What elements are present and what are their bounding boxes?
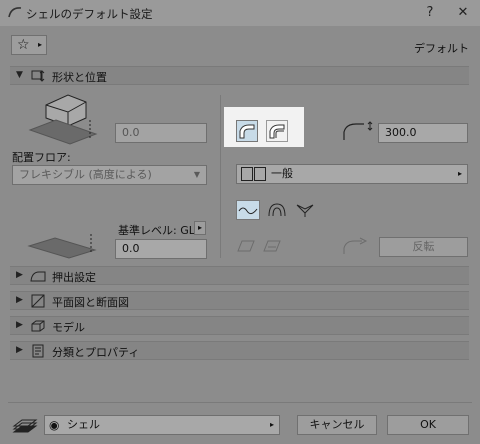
height-diagram-icon xyxy=(28,94,98,145)
mode-1-button[interactable] xyxy=(236,200,260,220)
view-select[interactable]: ◉ シェル ▸ xyxy=(44,415,280,435)
frame-icon xyxy=(254,167,266,181)
reference-level-label: 基準レベル: GL xyxy=(118,224,195,237)
arrow-right-icon: ▸ xyxy=(269,420,274,429)
shell-shape-2-button[interactable] xyxy=(266,120,288,142)
disabled-shape-icon-1 xyxy=(237,240,255,252)
section-geometry-label: 形状と位置 xyxy=(52,71,107,84)
shell-arc-alt-icon xyxy=(269,124,285,139)
shell-shape-1-button[interactable] xyxy=(236,120,258,142)
thickness-icon xyxy=(343,121,373,140)
wave-icon xyxy=(238,207,258,215)
section-plan-section-header[interactable]: ▶ 平面図と断面図 xyxy=(10,291,469,310)
section-plan-section-label: 平面図と断面図 xyxy=(52,296,129,309)
section-extrude-label: 押出設定 xyxy=(52,271,96,284)
view-select-value: シェル xyxy=(67,418,100,431)
arrow-right-icon: ▸ xyxy=(457,169,462,178)
flip-button[interactable]: 反転 xyxy=(379,237,468,257)
app-icon xyxy=(8,7,22,18)
floor-select-value: フレキシブル (高度による) xyxy=(19,168,152,181)
defaults-label: デフォルト xyxy=(414,42,469,55)
type-select[interactable]: 一般 ▸ xyxy=(236,164,468,184)
extrude-icon xyxy=(30,271,46,282)
floor-select[interactable]: フレキシブル (高度による) ▼ xyxy=(12,165,207,185)
arrow-right-icon: ▸ xyxy=(197,223,202,232)
ok-button[interactable]: OK xyxy=(387,415,469,435)
plan-section-icon xyxy=(31,294,45,308)
disabled-shape-icon-2 xyxy=(263,240,281,252)
frame-icon xyxy=(241,167,253,181)
layers-icon xyxy=(12,419,38,433)
geometry-icon xyxy=(31,70,45,82)
arrow-right-icon: ▶ xyxy=(16,320,23,330)
mode-2-icon[interactable] xyxy=(266,200,288,220)
arrow-right-icon: ▶ xyxy=(16,345,23,355)
star-icon: ☆ xyxy=(17,37,30,53)
close-button[interactable]: ✕ xyxy=(452,3,474,23)
flip-icon xyxy=(343,237,368,254)
mode-3-icon[interactable] xyxy=(294,200,316,220)
section-model-label: モデル xyxy=(52,321,85,334)
section-extrude-header[interactable]: ▶ 押出設定 xyxy=(10,266,469,285)
arrow-right-icon: ▶ xyxy=(16,295,23,305)
arrow-right-icon: ▸ xyxy=(38,40,43,49)
reference-level-diagram-icon xyxy=(27,234,97,259)
chevron-down-icon: ▼ xyxy=(193,170,200,179)
favorites-button[interactable]: ☆ ▸ xyxy=(11,35,47,55)
divider xyxy=(220,95,221,258)
cancel-button[interactable]: キャンセル xyxy=(297,415,377,435)
section-classification-header[interactable]: ▶ 分類とプロパティ xyxy=(10,341,469,360)
eye-icon: ◉ xyxy=(49,418,60,432)
classification-icon xyxy=(32,344,44,358)
height-field[interactable]: 0.0 xyxy=(115,123,207,143)
section-geometry-header[interactable]: ▼ 形状と位置 xyxy=(10,66,469,85)
model-icon xyxy=(31,320,45,332)
help-button[interactable]: ? xyxy=(419,3,441,23)
reference-level-menu-button[interactable]: ▸ xyxy=(194,221,206,235)
type-select-value: 一般 xyxy=(271,167,293,180)
section-classification-label: 分類とプロパティ xyxy=(52,346,140,359)
section-model-header[interactable]: ▶ モデル xyxy=(10,316,469,335)
shell-arc-icon xyxy=(239,124,255,139)
floor-label: 配置フロア: xyxy=(12,151,71,164)
window-title: シェルのデフォルト設定 xyxy=(26,7,153,21)
footer-divider xyxy=(8,402,472,403)
chevron-down-icon: ▼ xyxy=(16,70,23,80)
reference-level-field[interactable]: 0.0 xyxy=(115,239,207,259)
thickness-field[interactable]: 300.0 xyxy=(378,123,468,143)
arrow-right-icon: ▶ xyxy=(16,270,23,280)
